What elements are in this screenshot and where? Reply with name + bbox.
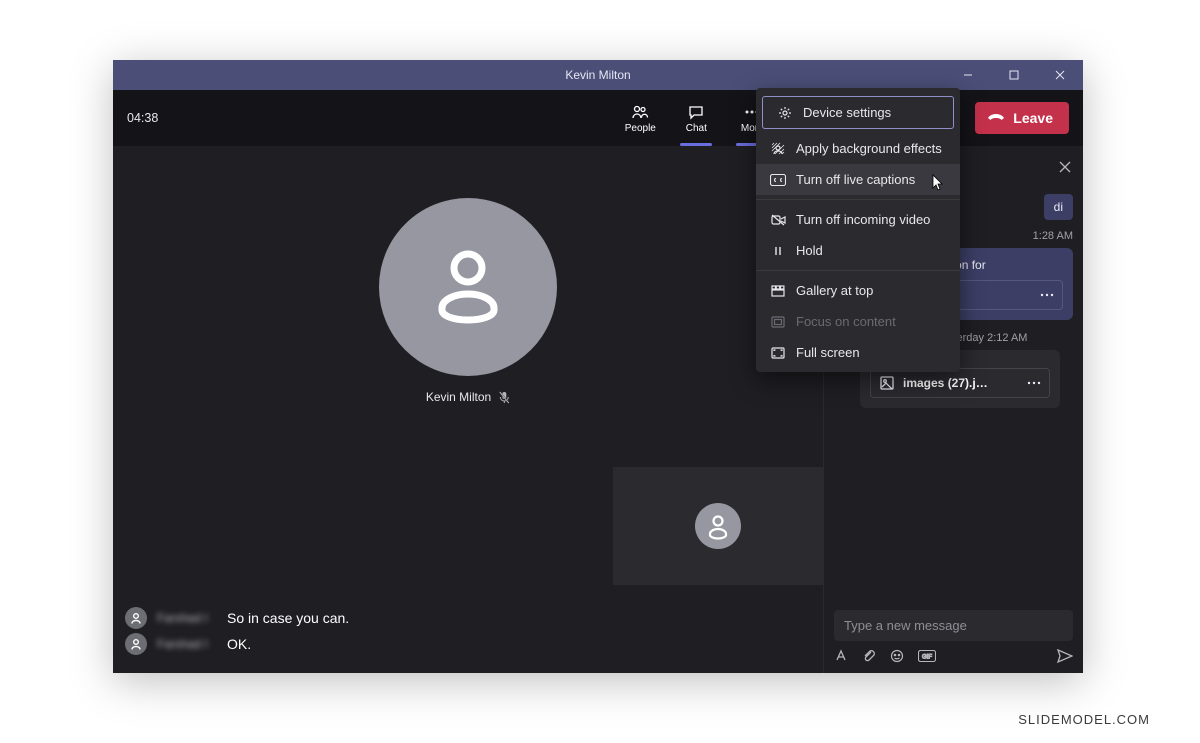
pause-icon	[770, 245, 786, 257]
menu-full-screen[interactable]: Full screen	[756, 337, 960, 368]
attach-icon[interactable]	[862, 649, 876, 663]
caption-avatar	[125, 633, 147, 655]
caption-text: So in case you can.	[227, 610, 349, 626]
menu-hold[interactable]: Hold	[756, 235, 960, 266]
menu-gallery-at-top[interactable]: Gallery at top	[756, 275, 960, 306]
people-label: People	[625, 123, 656, 134]
menu-label: Turn off incoming video	[796, 212, 930, 227]
menu-label: Apply background effects	[796, 141, 942, 156]
camera-off-icon	[770, 214, 786, 226]
caption-avatar	[125, 607, 147, 629]
participant-name-row: Kevin Milton	[426, 390, 510, 404]
window-title: Kevin Milton	[565, 68, 630, 82]
caption-row: Farshad I OK.	[125, 633, 811, 655]
titlebar: Kevin Milton	[113, 60, 1083, 90]
svg-text:GIF: GIF	[922, 655, 932, 661]
chat-button[interactable]: Chat	[670, 96, 722, 140]
caption-text: OK.	[227, 636, 251, 652]
cursor-icon	[930, 174, 946, 194]
chat-icon	[688, 103, 704, 121]
fullscreen-icon	[770, 347, 786, 359]
close-button[interactable]	[1037, 60, 1083, 90]
watermark: SLIDEMODEL.COM	[1018, 712, 1150, 727]
menu-separator	[756, 270, 960, 271]
message-input[interactable]: Type a new message	[834, 610, 1073, 641]
menu-label: Gallery at top	[796, 283, 873, 298]
menu-apply-background[interactable]: Apply background effects	[756, 133, 960, 164]
send-button[interactable]	[1057, 649, 1073, 663]
people-icon	[631, 103, 649, 121]
muted-icon	[499, 391, 510, 404]
window-controls	[945, 60, 1083, 90]
chat-label: Chat	[686, 123, 707, 134]
menu-turn-off-incoming-video[interactable]: Turn off incoming video	[756, 204, 960, 235]
emoji-icon[interactable]	[890, 649, 904, 663]
participant-avatar	[379, 198, 557, 376]
attachment-name: images (27).j…	[903, 376, 1019, 390]
attachment-more-icon[interactable]	[1040, 293, 1054, 297]
people-button[interactable]: People	[614, 96, 666, 140]
menu-device-settings[interactable]: Device settings	[762, 96, 954, 129]
caption-row: Farshad I So in case you can.	[125, 607, 811, 629]
leave-button[interactable]: Leave	[975, 102, 1069, 134]
self-video-tile[interactable]	[613, 467, 823, 585]
leave-label: Leave	[1013, 110, 1053, 126]
menu-focus-on-content: Focus on content	[756, 306, 960, 337]
cc-icon	[770, 174, 786, 186]
live-captions: Farshad I So in case you can. Farshad I …	[113, 597, 823, 665]
self-avatar	[695, 503, 741, 549]
format-icon[interactable]	[834, 649, 848, 663]
participant-name: Kevin Milton	[426, 390, 491, 404]
menu-label: Hold	[796, 243, 823, 258]
gear-icon	[777, 106, 793, 120]
menu-label: Full screen	[796, 345, 860, 360]
hangup-icon	[987, 113, 1005, 123]
image-icon	[879, 375, 895, 391]
call-timer: 04:38	[127, 111, 158, 125]
chat-attachment[interactable]: images (27).j…	[870, 368, 1050, 398]
minimize-button[interactable]	[945, 60, 991, 90]
chat-compose: Type a new message GIF	[824, 602, 1083, 673]
menu-label: Device settings	[803, 105, 891, 120]
compose-toolbar: GIF	[834, 649, 1073, 663]
video-stage: Kevin Milton	[113, 146, 823, 673]
close-chat-button[interactable]	[1059, 161, 1071, 173]
more-menu: Device settings Apply background effects…	[756, 88, 960, 372]
background-icon	[770, 142, 786, 156]
gallery-icon	[770, 285, 786, 297]
menu-label: Focus on content	[796, 314, 896, 329]
caption-speaker: Farshad I	[157, 611, 217, 625]
maximize-button[interactable]	[991, 60, 1037, 90]
attachment-more-icon[interactable]	[1027, 381, 1041, 385]
caption-speaker: Farshad I	[157, 637, 217, 651]
menu-separator	[756, 199, 960, 200]
gif-icon[interactable]: GIF	[918, 650, 936, 662]
chat-message: di	[1044, 194, 1073, 220]
menu-label: Turn off live captions	[796, 172, 915, 187]
focus-icon	[770, 316, 786, 328]
